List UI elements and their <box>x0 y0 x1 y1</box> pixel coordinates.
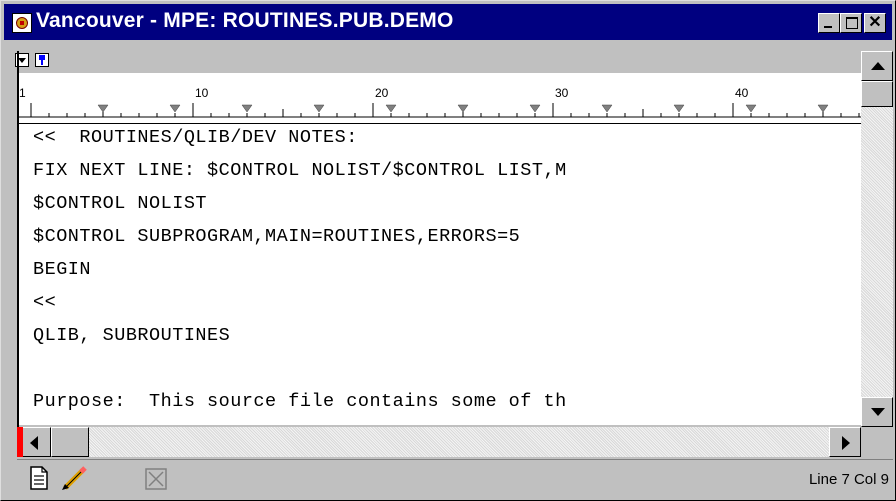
ruler-label: 10 <box>195 86 209 100</box>
editor-line: << ROUTINES/QLIB/DEV NOTES: <box>33 127 358 148</box>
ruler-graphic: 1 10 20 30 40 <box>19 86 861 118</box>
minimize-icon <box>824 26 832 28</box>
editor-line: $CONTROL NOLIST <box>33 193 208 214</box>
tab-stop-icon <box>39 55 45 65</box>
left-arrow-icon <box>30 436 38 450</box>
editor-line: << <box>33 292 57 313</box>
ruler-label: 20 <box>375 86 389 100</box>
column-ruler[interactable]: 1 10 20 30 40 <box>19 73 861 123</box>
tab-stop-marker[interactable] <box>601 104 613 113</box>
scroll-down-button[interactable] <box>861 397 893 427</box>
minimize-button[interactable] <box>818 13 840 33</box>
tab-stop-marker[interactable] <box>385 104 397 113</box>
tab-stop-marker[interactable] <box>457 104 469 113</box>
tab-stop-marker[interactable] <box>169 104 181 113</box>
ruler-label: 40 <box>735 86 749 100</box>
tab-stop-marker[interactable] <box>529 104 541 113</box>
vertical-scroll-thumb[interactable] <box>861 81 893 107</box>
close-button[interactable]: ✕ <box>864 13 886 33</box>
horizontal-scroll-area <box>19 427 893 457</box>
editor-line: Purpose: This source file contains some … <box>33 391 567 412</box>
editor-window: Vancouver - MPE: ROUTINES.PUB.DEMO ✕ 1 10… <box>0 0 896 501</box>
scroll-right-button[interactable] <box>829 427 861 457</box>
disabled-x-icon <box>145 468 167 490</box>
pencil-icon[interactable] <box>61 466 89 490</box>
editor-line: BEGIN <box>33 259 92 280</box>
app-icon[interactable] <box>12 13 32 33</box>
ruler-label: 1 <box>19 86 26 100</box>
cursor-position: Line 7 Col 9 <box>808 471 889 488</box>
up-arrow-icon <box>871 62 885 70</box>
horizontal-scroll-thumb[interactable] <box>51 427 89 457</box>
tab-stop-marker[interactable] <box>97 104 109 113</box>
horizontal-scrollbar[interactable] <box>19 427 861 457</box>
document-icon[interactable] <box>29 466 49 490</box>
tab-stop-marker[interactable] <box>745 104 757 113</box>
maximize-icon <box>846 17 858 29</box>
tab-stop-marker[interactable] <box>313 104 325 113</box>
scroll-up-button[interactable] <box>861 51 893 81</box>
window-title: Vancouver - MPE: ROUTINES.PUB.DEMO <box>36 9 454 32</box>
right-arrow-icon <box>842 436 850 450</box>
editor-line: FIX NEXT LINE: $CONTROL NOLIST/$CONTROL … <box>33 160 567 181</box>
down-arrow-icon <box>871 408 885 416</box>
scrollbar-corner <box>861 427 893 457</box>
scroll-left-button[interactable] <box>19 427 51 457</box>
position-marker <box>17 427 23 457</box>
status-bar: Line 7 Col 9 <box>17 459 893 498</box>
maximize-button[interactable] <box>840 13 862 33</box>
editor-line: $CONTROL SUBPROGRAM,MAIN=ROUTINES,ERRORS… <box>33 226 521 247</box>
ruler-label: 30 <box>555 86 569 100</box>
text-editor[interactable]: << ROUTINES/QLIB/DEV NOTES: FIX NEXT LINE… <box>19 123 861 425</box>
editor-line: QLIB, SUBROUTINES <box>33 325 231 346</box>
tab-stop-marker[interactable] <box>673 104 685 113</box>
tab-stop-marker[interactable] <box>241 104 253 113</box>
title-bar[interactable]: Vancouver - MPE: ROUTINES.PUB.DEMO ✕ <box>4 4 892 40</box>
tab-marker-button[interactable] <box>35 53 49 67</box>
tab-stop-marker[interactable] <box>817 104 829 113</box>
ruler-divider <box>19 123 861 124</box>
close-icon: ✕ <box>868 14 882 31</box>
vertical-scrollbar[interactable] <box>861 51 893 427</box>
